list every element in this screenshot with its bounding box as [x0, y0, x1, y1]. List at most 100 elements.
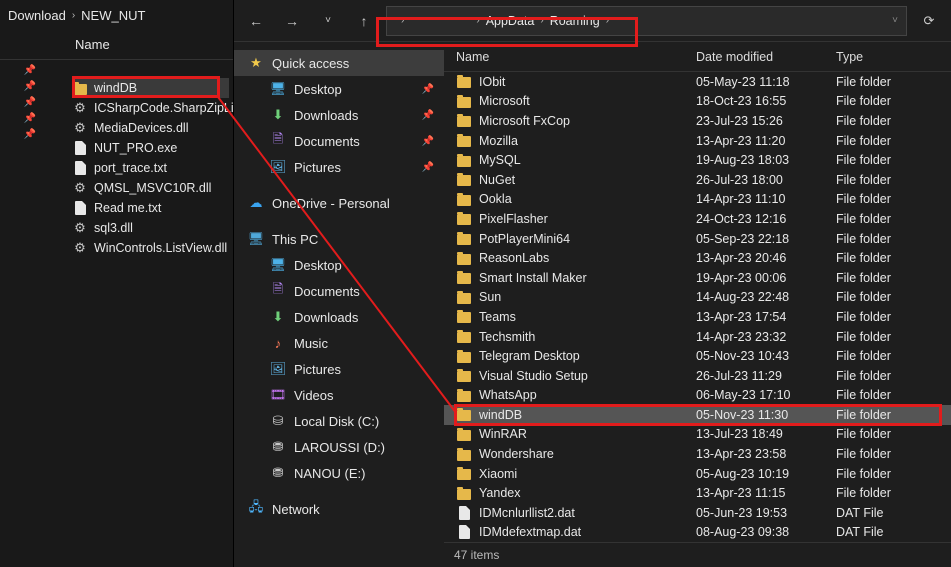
picture-icon: 🖼	[270, 361, 286, 377]
nav-downloads[interactable]: ⬇Downloads📌	[234, 102, 444, 128]
file-type: File folder	[836, 94, 951, 108]
file-name: PixelFlasher	[479, 212, 548, 226]
col-header-date[interactable]: Date modified	[696, 50, 836, 64]
col-header-name[interactable]: Name	[456, 50, 696, 64]
file-date: 05-Nov-23 11:30	[696, 408, 836, 422]
file-row[interactable]: Wondershare13-Apr-23 23:58File folder	[444, 444, 951, 464]
nav-nanou-e[interactable]: ⛃NANOU (E:)	[234, 460, 444, 486]
file-date: 23-Jul-23 15:26	[696, 114, 836, 128]
left-list-item[interactable]: NUT_PRO.exe	[72, 138, 229, 158]
nav-this-pc[interactable]: 🖥This PC	[234, 226, 444, 252]
left-col-name: Name	[75, 37, 110, 52]
left-list-item[interactable]: ⚙MediaDevices.dll	[72, 118, 229, 138]
file-type: File folder	[836, 388, 951, 402]
nav-pictures-pc[interactable]: 🖼Pictures	[234, 356, 444, 382]
refresh-button[interactable]: ⟳	[915, 13, 943, 29]
file-type: File folder	[836, 349, 951, 363]
nav-network[interactable]: 🖧Network	[234, 496, 444, 522]
left-list-item[interactable]: ⚙WinControls.ListView.dll	[72, 238, 229, 258]
file-row[interactable]: IDMcnlurllist2.dat05-Jun-23 19:53DAT Fil…	[444, 503, 951, 523]
file-name: Microsoft	[479, 94, 530, 108]
file-name: Yandex	[479, 486, 520, 500]
nav-local-disk-c[interactable]: ⛁Local Disk (C:)	[234, 408, 444, 434]
file-type: File folder	[836, 369, 951, 383]
nav-laroussi-d[interactable]: ⛃LAROUSSI (D:)	[234, 434, 444, 460]
file-row[interactable]: PotPlayerMini6405-Sep-23 22:18File folde…	[444, 229, 951, 249]
nav-desktop-pc[interactable]: 🖥Desktop	[234, 252, 444, 278]
nav-downloads-pc[interactable]: ⬇Downloads	[234, 304, 444, 330]
file-row[interactable]: Telegram Desktop05-Nov-23 10:43File fold…	[444, 346, 951, 366]
file-row[interactable]: ReasonLabs13-Apr-23 20:46File folder	[444, 248, 951, 268]
up-button[interactable]: ↑	[350, 7, 378, 35]
picture-icon: 🖼	[270, 159, 286, 175]
col-header-type[interactable]: Type	[836, 50, 951, 64]
file-date: 14-Apr-23 11:10	[696, 192, 836, 206]
file-row[interactable]: windDB05-Nov-23 11:30File folder	[444, 405, 951, 425]
file-row[interactable]: MySQL19-Aug-23 18:03File folder	[444, 150, 951, 170]
file-type: File folder	[836, 192, 951, 206]
document-icon: 🗎	[270, 283, 286, 299]
nav-onedrive[interactable]: ☁OneDrive - Personal	[234, 190, 444, 216]
forward-button[interactable]: →	[278, 7, 306, 35]
nav-music[interactable]: ♪Music	[234, 330, 444, 356]
file-row[interactable]: IObit05-May-23 11:18File folder	[444, 72, 951, 92]
file-type: File folder	[836, 447, 951, 461]
file-row[interactable]: Mozilla13-Apr-23 11:20File folder	[444, 131, 951, 151]
address-dropdown[interactable]: ˅	[892, 15, 898, 26]
file-name: Visual Studio Setup	[479, 369, 588, 383]
status-bar: 47 items	[444, 542, 951, 566]
file-row[interactable]: Microsoft FxCop23-Jul-23 15:26File folde…	[444, 111, 951, 131]
file-row[interactable]: Teams13-Apr-23 17:54File folder	[444, 307, 951, 327]
file-row[interactable]: Sun14-Aug-23 22:48File folder	[444, 288, 951, 308]
file-row[interactable]: Ookla14-Apr-23 11:10File folder	[444, 190, 951, 210]
file-type: File folder	[836, 427, 951, 441]
file-row[interactable]: Techsmith14-Apr-23 23:32File folder	[444, 327, 951, 347]
file-row[interactable]: NuGet26-Jul-23 18:00File folder	[444, 170, 951, 190]
file-type: File folder	[836, 290, 951, 304]
chevron-right-icon: ›	[401, 15, 404, 26]
file-name: windDB	[94, 81, 137, 95]
file-row[interactable]: WinRAR13-Jul-23 18:49File folder	[444, 425, 951, 445]
left-list-item[interactable]: ⚙sql3.dll	[72, 218, 229, 238]
left-list-item[interactable]: ⚙ICSharpCode.SharpZipLi…	[72, 98, 229, 118]
left-list-item[interactable]: ⚙QMSL_MSVC10R.dll	[72, 178, 229, 198]
address-bar[interactable]: › › AppData › Roaming › ˅	[386, 6, 907, 36]
chevron-right-icon: ›	[606, 15, 609, 26]
nav-videos[interactable]: 🎞Videos	[234, 382, 444, 408]
nav-documents[interactable]: 🗎Documents📌	[234, 128, 444, 154]
back-button[interactable]: ←	[242, 7, 270, 35]
file-row[interactable]: Yandex13-Apr-23 11:15File folder	[444, 483, 951, 503]
left-breadcrumb[interactable]: Download › NEW_NUT	[0, 0, 233, 30]
left-column-header[interactable]: Name	[0, 30, 233, 60]
left-list-item[interactable]: Read me.txt	[72, 198, 229, 218]
nav-quick-access[interactable]: ★Quick access	[234, 50, 444, 76]
left-list-item[interactable]: port_trace.txt	[72, 158, 229, 178]
nav-desktop[interactable]: 🖥Desktop📌	[234, 76, 444, 102]
file-row[interactable]: IDMdefextmap.dat08-Aug-23 09:38DAT File	[444, 523, 951, 543]
pc-icon: 🖥	[248, 231, 264, 247]
file-row[interactable]: PixelFlasher24-Oct-23 12:16File folder	[444, 209, 951, 229]
file-row[interactable]: Visual Studio Setup26-Jul-23 11:29File f…	[444, 366, 951, 386]
file-name: QMSL_MSVC10R.dll	[94, 181, 211, 195]
file-date: 05-Jun-23 19:53	[696, 506, 836, 520]
file-name: IDMcnlurllist2.dat	[479, 506, 575, 520]
addr-appdata[interactable]: AppData	[486, 14, 535, 28]
addr-roaming[interactable]: Roaming	[550, 14, 600, 28]
nav-documents-pc[interactable]: 🗎Documents	[234, 278, 444, 304]
crumb-download[interactable]: Download	[8, 8, 66, 23]
file-row[interactable]: Smart Install Maker19-Apr-23 00:06File f…	[444, 268, 951, 288]
file-date: 14-Aug-23 22:48	[696, 290, 836, 304]
file-row[interactable]: Xiaomi05-Aug-23 10:19File folder	[444, 464, 951, 484]
file-content-area: Name Date modified Type IObit05-May-23 1…	[444, 42, 951, 567]
file-date: 13-Apr-23 17:54	[696, 310, 836, 324]
left-list-item[interactable]: windDB	[72, 78, 229, 98]
file-name: PotPlayerMini64	[479, 232, 570, 246]
file-date: 06-May-23 17:10	[696, 388, 836, 402]
pin-icon: 📌	[0, 78, 60, 94]
recent-dropdown[interactable]: ˅	[314, 7, 342, 35]
file-row[interactable]: WhatsApp06-May-23 17:10File folder	[444, 386, 951, 406]
file-row[interactable]: Microsoft18-Oct-23 16:55File folder	[444, 92, 951, 112]
crumb-newnut[interactable]: NEW_NUT	[81, 8, 145, 23]
nav-pictures[interactable]: 🖼Pictures📌	[234, 154, 444, 180]
file-type: File folder	[836, 114, 951, 128]
